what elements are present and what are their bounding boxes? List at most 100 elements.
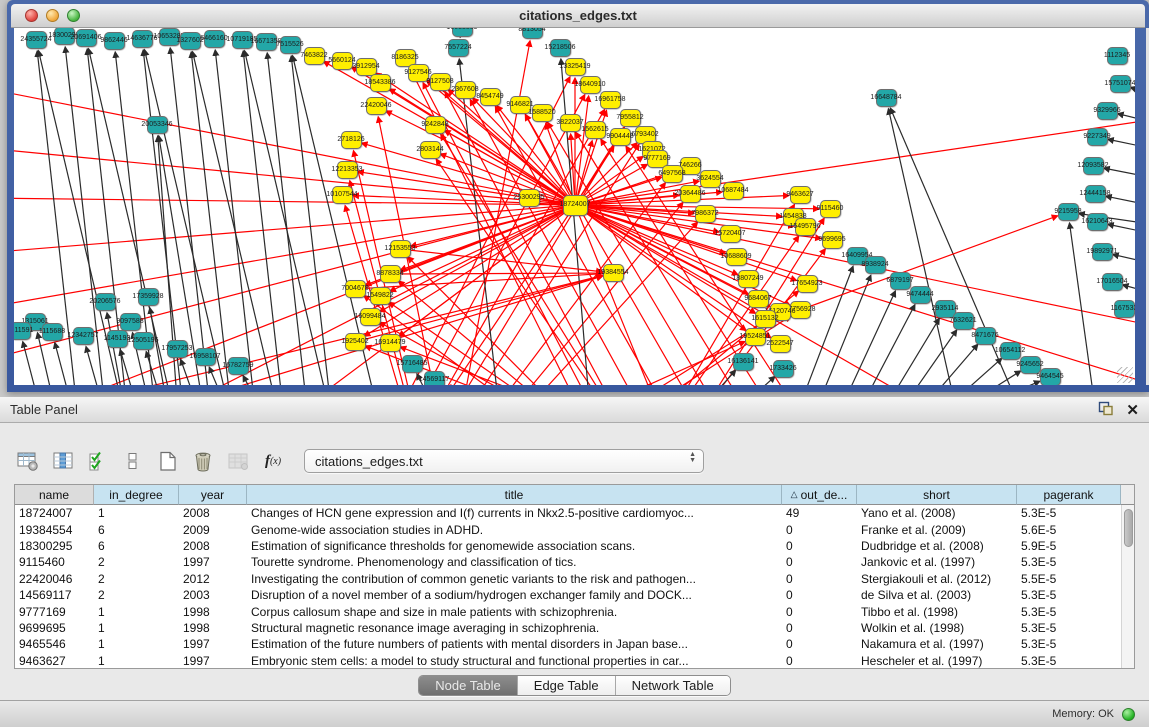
graph-node[interactable]: 22420046	[366, 97, 387, 115]
graph-node[interactable]: 8878334	[380, 265, 401, 283]
graph-node[interactable]: 9862446	[104, 32, 125, 50]
graph-node[interactable]: 19524851	[745, 328, 766, 346]
column-header-in_degree[interactable]: in_degree	[94, 485, 179, 505]
graph-node[interactable]: 25300295	[519, 189, 540, 207]
table-row[interactable]: 969969511998Structural magnetic resonanc…	[15, 620, 1134, 636]
graph-node[interactable]: 1615132	[755, 310, 776, 328]
graph-node[interactable]: 17957253	[167, 340, 188, 358]
graph-node[interactable]: 7004678	[345, 280, 366, 298]
new-table-icon[interactable]	[156, 449, 180, 473]
table-row[interactable]: 946362711997Embryonic stem cells: a mode…	[15, 653, 1134, 668]
graph-node[interactable]: 746266	[680, 157, 701, 175]
table-row[interactable]: 1456911722003Disruption of a novel membe…	[15, 587, 1134, 603]
graph-node[interactable]: 9242848	[425, 116, 446, 134]
graph-node[interactable]: 7955812	[620, 109, 641, 127]
float-panel-icon[interactable]	[1098, 401, 1114, 421]
graph-node[interactable]: 3822037	[560, 114, 581, 132]
graph-node[interactable]: 7632621	[953, 312, 974, 330]
function-builder-icon[interactable]: f(x)	[261, 449, 285, 473]
graph-node[interactable]: 17016504	[1102, 273, 1123, 291]
tab-node-table[interactable]: Node Table	[419, 676, 518, 695]
graph-node[interactable]: 1549822	[370, 287, 391, 305]
graph-node[interactable]: 2522547	[770, 335, 791, 353]
network-canvas[interactable]: 2435572418300295206914069862446146367761…	[14, 28, 1135, 385]
graph-node[interactable]: 20364486	[680, 185, 701, 203]
graph-node[interactable]: 5660124	[332, 52, 353, 70]
graph-node[interactable]: 1112345	[1107, 47, 1128, 65]
table-scrollbar[interactable]	[1121, 505, 1134, 668]
network-window-titlebar[interactable]: citations_edges.txt	[11, 4, 1145, 28]
graph-node[interactable]: 9127508	[430, 73, 451, 91]
table-row[interactable]: 1830029562008Estimation of significance …	[15, 538, 1134, 554]
graph-node[interactable]: 12093582	[1083, 157, 1104, 175]
column-header-year[interactable]: year	[179, 485, 247, 505]
graph-node[interactable]: 15218506	[550, 39, 571, 57]
table-row[interactable]: 946554611997Estimation of the future num…	[15, 636, 1134, 652]
graph-node[interactable]: 8813054	[522, 28, 543, 39]
graph-node[interactable]: 9215958	[1058, 203, 1079, 221]
graph-node[interactable]: 18724007	[563, 195, 588, 216]
table-settings-icon[interactable]	[16, 449, 40, 473]
graph-node[interactable]: 24355724	[26, 31, 47, 49]
column-header-out_de[interactable]: △out_de...	[782, 485, 857, 505]
close-panel-icon[interactable]: ✕	[1126, 404, 1139, 418]
graph-node[interactable]: 16782759	[228, 357, 249, 375]
graph-node[interactable]: 15716485	[402, 355, 423, 373]
graph-node[interactable]: 16961758	[600, 91, 621, 109]
graph-node[interactable]: 9146821	[510, 96, 531, 114]
graph-node[interactable]: 9115460	[820, 200, 841, 218]
graph-node[interactable]: 20206576	[95, 293, 116, 311]
graph-node[interactable]: 6466160	[204, 30, 225, 48]
graph-node[interactable]: 6497568	[662, 165, 683, 183]
graph-node[interactable]: 9245652	[1020, 356, 1041, 374]
graph-node[interactable]: 12505195	[133, 332, 154, 350]
resize-grip[interactable]	[1117, 367, 1133, 383]
graph-node[interactable]: 15720407	[720, 225, 741, 243]
graph-node[interactable]: 2803144	[420, 141, 441, 159]
graph-node[interactable]: 16099484	[360, 308, 381, 326]
graph-node[interactable]: 8938924	[865, 256, 886, 274]
table-select-dropdown[interactable]: citations_edges.txt ▲▼	[304, 449, 704, 473]
graph-node[interactable]: 18807249	[738, 270, 759, 288]
graph-node[interactable]: 19892971	[1092, 243, 1113, 261]
graph-node[interactable]: 16914479	[380, 334, 401, 352]
row-height-icon[interactable]	[121, 449, 145, 473]
graph-node[interactable]: 9097588	[120, 313, 141, 331]
graph-node[interactable]: 9474444	[910, 286, 931, 304]
tab-edge-table[interactable]: Edge Table	[518, 676, 616, 695]
graph-node[interactable]: 14569117	[424, 371, 445, 385]
graph-node[interactable]: 1115688	[42, 323, 63, 341]
graph-node[interactable]: 9684067	[748, 290, 769, 308]
graph-node[interactable]: 10687484	[723, 182, 744, 200]
graph-node[interactable]: 1588520	[532, 104, 553, 122]
memory-status-icon[interactable]	[1122, 708, 1135, 721]
column-header-name[interactable]: name	[15, 485, 94, 505]
table-row[interactable]: 2242004622012Investigating the contribut…	[15, 571, 1134, 587]
graph-node[interactable]: 10654112	[1000, 342, 1021, 360]
graph-node[interactable]: 10107544	[332, 186, 353, 204]
graph-node[interactable]: 6879197	[890, 272, 911, 290]
graph-node[interactable]: 1925402	[345, 333, 366, 351]
graph-node[interactable]: 1733426	[773, 360, 794, 378]
table-row[interactable]: 1938455462009Genome-wide association stu…	[15, 521, 1134, 537]
graph-node[interactable]: 19384554	[603, 264, 624, 282]
graph-node[interactable]: 7986372	[695, 205, 716, 223]
table-scrollbar-thumb[interactable]	[1124, 509, 1133, 547]
graph-node[interactable]: 20691406	[76, 29, 97, 47]
graph-node[interactable]: 16210643	[1087, 213, 1108, 231]
graph-node[interactable]: 15495796	[795, 218, 816, 236]
column-chooser-icon[interactable]	[51, 449, 75, 473]
graph-node[interactable]: 9227349	[1087, 128, 1108, 146]
graph-node[interactable]: 12153553	[390, 240, 411, 258]
table-row[interactable]: 911546021997Tourette syndrome. Phenomeno…	[15, 554, 1134, 570]
graph-node[interactable]: 3911591	[14, 322, 31, 340]
delete-table-icon[interactable]	[191, 449, 215, 473]
graph-node[interactable]: 9904448	[610, 128, 631, 146]
graph-node[interactable]: 12213353	[337, 161, 358, 179]
graph-node[interactable]: 7515526	[280, 36, 301, 54]
graph-node[interactable]: 16136141	[733, 353, 754, 371]
tab-network-table[interactable]: Network Table	[616, 676, 730, 695]
graph-node[interactable]: 9699695	[822, 231, 843, 249]
select-rows-icon[interactable]	[86, 449, 110, 473]
graph-node[interactable]: 18640910	[580, 76, 601, 94]
